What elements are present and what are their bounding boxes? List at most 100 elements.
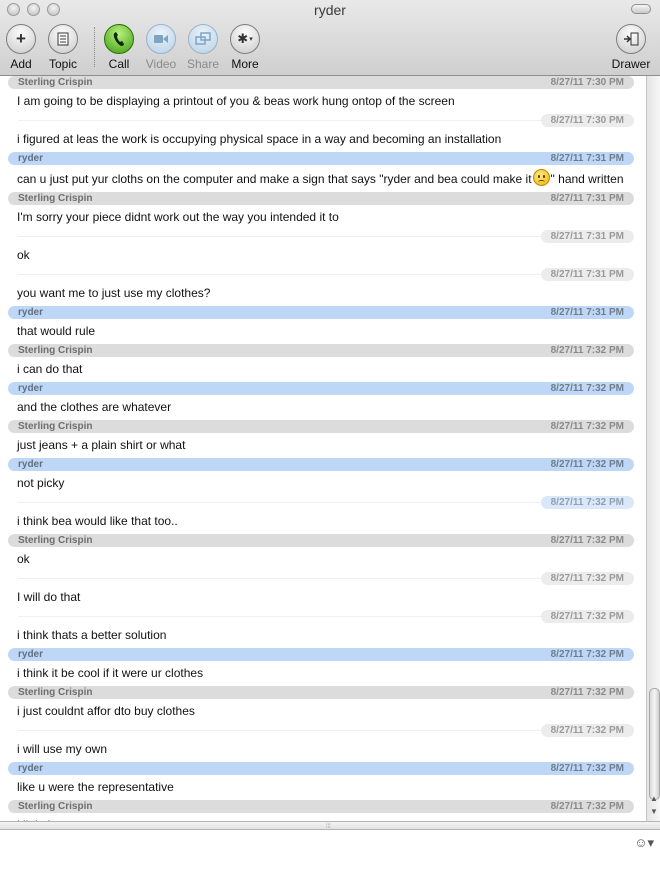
- message-header: ryder 8/27/11 7:31 PM: [8, 152, 634, 165]
- sender-name: Sterling Crispin: [18, 193, 93, 204]
- drawer-icon: [616, 24, 646, 54]
- scroll-up-arrow-icon[interactable]: ▲: [650, 794, 658, 803]
- topic-button[interactable]: Topic: [40, 24, 86, 71]
- message-text: and the clothes are whatever: [17, 399, 626, 415]
- share-label: Share: [186, 57, 220, 71]
- sender-name: Sterling Crispin: [18, 535, 93, 546]
- message-body: you want me to just use my clothes?: [17, 286, 211, 300]
- message-body: I am going to be displaying a printout o…: [17, 94, 455, 108]
- transcript-scrollbar[interactable]: ▲ ▼: [646, 76, 660, 821]
- message-body-continued: " hand written: [550, 172, 624, 186]
- message-text: I will do that: [17, 589, 626, 605]
- timestamp: 8/27/11 7:31 PM: [540, 230, 634, 243]
- split-divider[interactable]: ⦙⦙⦙: [0, 821, 660, 830]
- toolbar-toggle-button[interactable]: [631, 4, 651, 14]
- timestamp: 8/27/11 7:30 PM: [550, 77, 624, 88]
- message-header: Sterling Crispin 8/27/11 7:31 PM: [8, 192, 634, 205]
- message-item: 8/27/11 7:30 PM i figured at leas the wor…: [0, 114, 646, 147]
- timestamp: 8/27/11 7:31 PM: [550, 193, 624, 204]
- message-body: not picky: [17, 476, 65, 490]
- chat-transcript[interactable]: Sterling Crispin 8/27/11 7:30 PM I am goin…: [0, 76, 646, 821]
- message-item: 8/27/11 7:32 PM i think thats a better so…: [0, 610, 646, 643]
- toolbar: ryder + Add Topic Call Video Share ✱ ▾ M…: [0, 0, 660, 76]
- scrollbar-thumb[interactable]: [649, 688, 660, 800]
- timestamp: 8/27/11 7:32 PM: [540, 724, 634, 737]
- sender-name: Sterling Crispin: [18, 687, 93, 698]
- message-text: i think bea would like that too..: [17, 513, 626, 529]
- message-header: Sterling Crispin 8/27/11 7:32 PM: [8, 800, 634, 813]
- message-item: Sterling Crispin 8/27/11 7:32 PM ok: [0, 534, 646, 567]
- timestamp: 8/27/11 7:32 PM: [550, 535, 624, 546]
- message-text: i figured at leas the work is occupying …: [17, 131, 626, 147]
- timestamp: 8/27/11 7:30 PM: [540, 114, 634, 127]
- timestamp: 8/27/11 7:32 PM: [540, 610, 634, 623]
- sender-name: ryder: [18, 459, 44, 470]
- window-title: ryder: [314, 2, 346, 18]
- message-item: ryder 8/27/11 7:31 PM can u just put yur c…: [0, 152, 646, 187]
- frown-emoticon-icon: [532, 169, 550, 186]
- message-text: I'm sorry your piece didnt work out the …: [17, 209, 626, 225]
- message-text: ok: [17, 247, 626, 263]
- add-button[interactable]: + Add: [0, 24, 44, 71]
- message-item: ryder 8/27/11 7:32 PM like u were the repr…: [0, 762, 646, 795]
- plus-icon: +: [6, 24, 36, 54]
- message-item: 8/27/11 7:31 PM you want me to just use m…: [0, 268, 646, 301]
- message-item: 8/27/11 7:32 PM i will use my own: [0, 724, 646, 757]
- timestamp: 8/27/11 7:32 PM: [550, 459, 624, 470]
- message-text: i will use my own: [17, 741, 626, 757]
- continuation-divider: 8/27/11 7:32 PM: [8, 572, 634, 585]
- message-body: and the clothes are whatever: [17, 400, 172, 414]
- timestamp: 8/27/11 7:32 PM: [550, 687, 624, 698]
- message-item: Sterling Crispin 8/27/11 7:32 PM i can do …: [0, 344, 646, 377]
- message-header: Sterling Crispin 8/27/11 7:32 PM: [8, 344, 634, 357]
- message-text: you want me to just use my clothes?: [17, 285, 626, 301]
- message-item: Sterling Crispin 8/27/11 7:31 PM I'm sorry…: [0, 192, 646, 225]
- video-camera-icon: [146, 24, 176, 54]
- sender-name: Sterling Crispin: [18, 801, 93, 812]
- continuation-divider: 8/27/11 7:32 PM: [8, 610, 634, 623]
- scroll-down-arrow-icon[interactable]: ▼: [650, 807, 658, 816]
- timestamp: 8/27/11 7:31 PM: [550, 153, 624, 164]
- message-body: that would rule: [17, 324, 96, 338]
- message-text: can u just put yur cloths on the compute…: [17, 169, 626, 187]
- message-text: ok: [17, 551, 626, 567]
- timestamp: 8/27/11 7:31 PM: [540, 268, 634, 281]
- message-item: ryder 8/27/11 7:32 PM i think it be cool i…: [0, 648, 646, 681]
- drawer-label: Drawer: [611, 57, 651, 71]
- video-button[interactable]: Video: [138, 24, 184, 71]
- timestamp: 8/27/11 7:32 PM: [550, 421, 624, 432]
- message-item: ryder 8/27/11 7:32 PM and the clothes are …: [0, 382, 646, 415]
- message-body: i think thats a better solution: [17, 628, 167, 642]
- timestamp: 8/27/11 7:32 PM: [550, 763, 624, 774]
- call-label: Call: [108, 57, 130, 71]
- message-body: i think it be cool if it were ur clothes: [17, 666, 204, 680]
- message-text: i think it be cool if it were ur clothes: [17, 665, 626, 681]
- toolbar-separator: [94, 27, 95, 67]
- phone-icon: [104, 24, 134, 54]
- continuation-divider: 8/27/11 7:30 PM: [8, 114, 634, 127]
- message-text: i just couldnt affor dto buy clothes: [17, 703, 626, 719]
- message-item: Sterling Crispin8/27/11 7:32 PMi liek th…: [0, 800, 646, 821]
- message-item: Sterling Crispin 8/27/11 7:32 PM i just co…: [0, 686, 646, 719]
- message-item: 8/27/11 7:32 PM i think bea would like th…: [0, 496, 646, 529]
- call-button[interactable]: Call: [96, 24, 142, 71]
- sender-name: ryder: [18, 649, 44, 660]
- message-body: i just couldnt affor dto buy clothes: [17, 704, 195, 718]
- message-item: 8/27/11 7:31 PM ok: [0, 230, 646, 263]
- continuation-divider: 8/27/11 7:32 PM: [8, 496, 634, 509]
- chat-window: ryder + Add Topic Call Video Share ✱ ▾ M…: [0, 0, 660, 895]
- topic-label: Topic: [48, 57, 77, 71]
- drawer-button[interactable]: Drawer: [608, 24, 654, 71]
- message-header: Sterling Crispin 8/27/11 7:32 PM: [8, 534, 634, 547]
- sender-name: Sterling Crispin: [18, 77, 93, 88]
- message-input[interactable]: ☺▾: [0, 830, 660, 895]
- share-button[interactable]: Share: [180, 24, 226, 71]
- more-button[interactable]: ✱ ▾ More: [222, 24, 268, 71]
- message-text: not picky: [17, 475, 626, 491]
- message-text: I am going to be displaying a printout o…: [17, 93, 626, 109]
- message-body: i will use my own: [17, 742, 108, 756]
- smiley-icon[interactable]: ☺▾: [634, 835, 654, 851]
- sender-name: Sterling Crispin: [18, 345, 93, 356]
- message-header: ryder 8/27/11 7:31 PM: [8, 306, 634, 319]
- message-header: ryder 8/27/11 7:32 PM: [8, 762, 634, 775]
